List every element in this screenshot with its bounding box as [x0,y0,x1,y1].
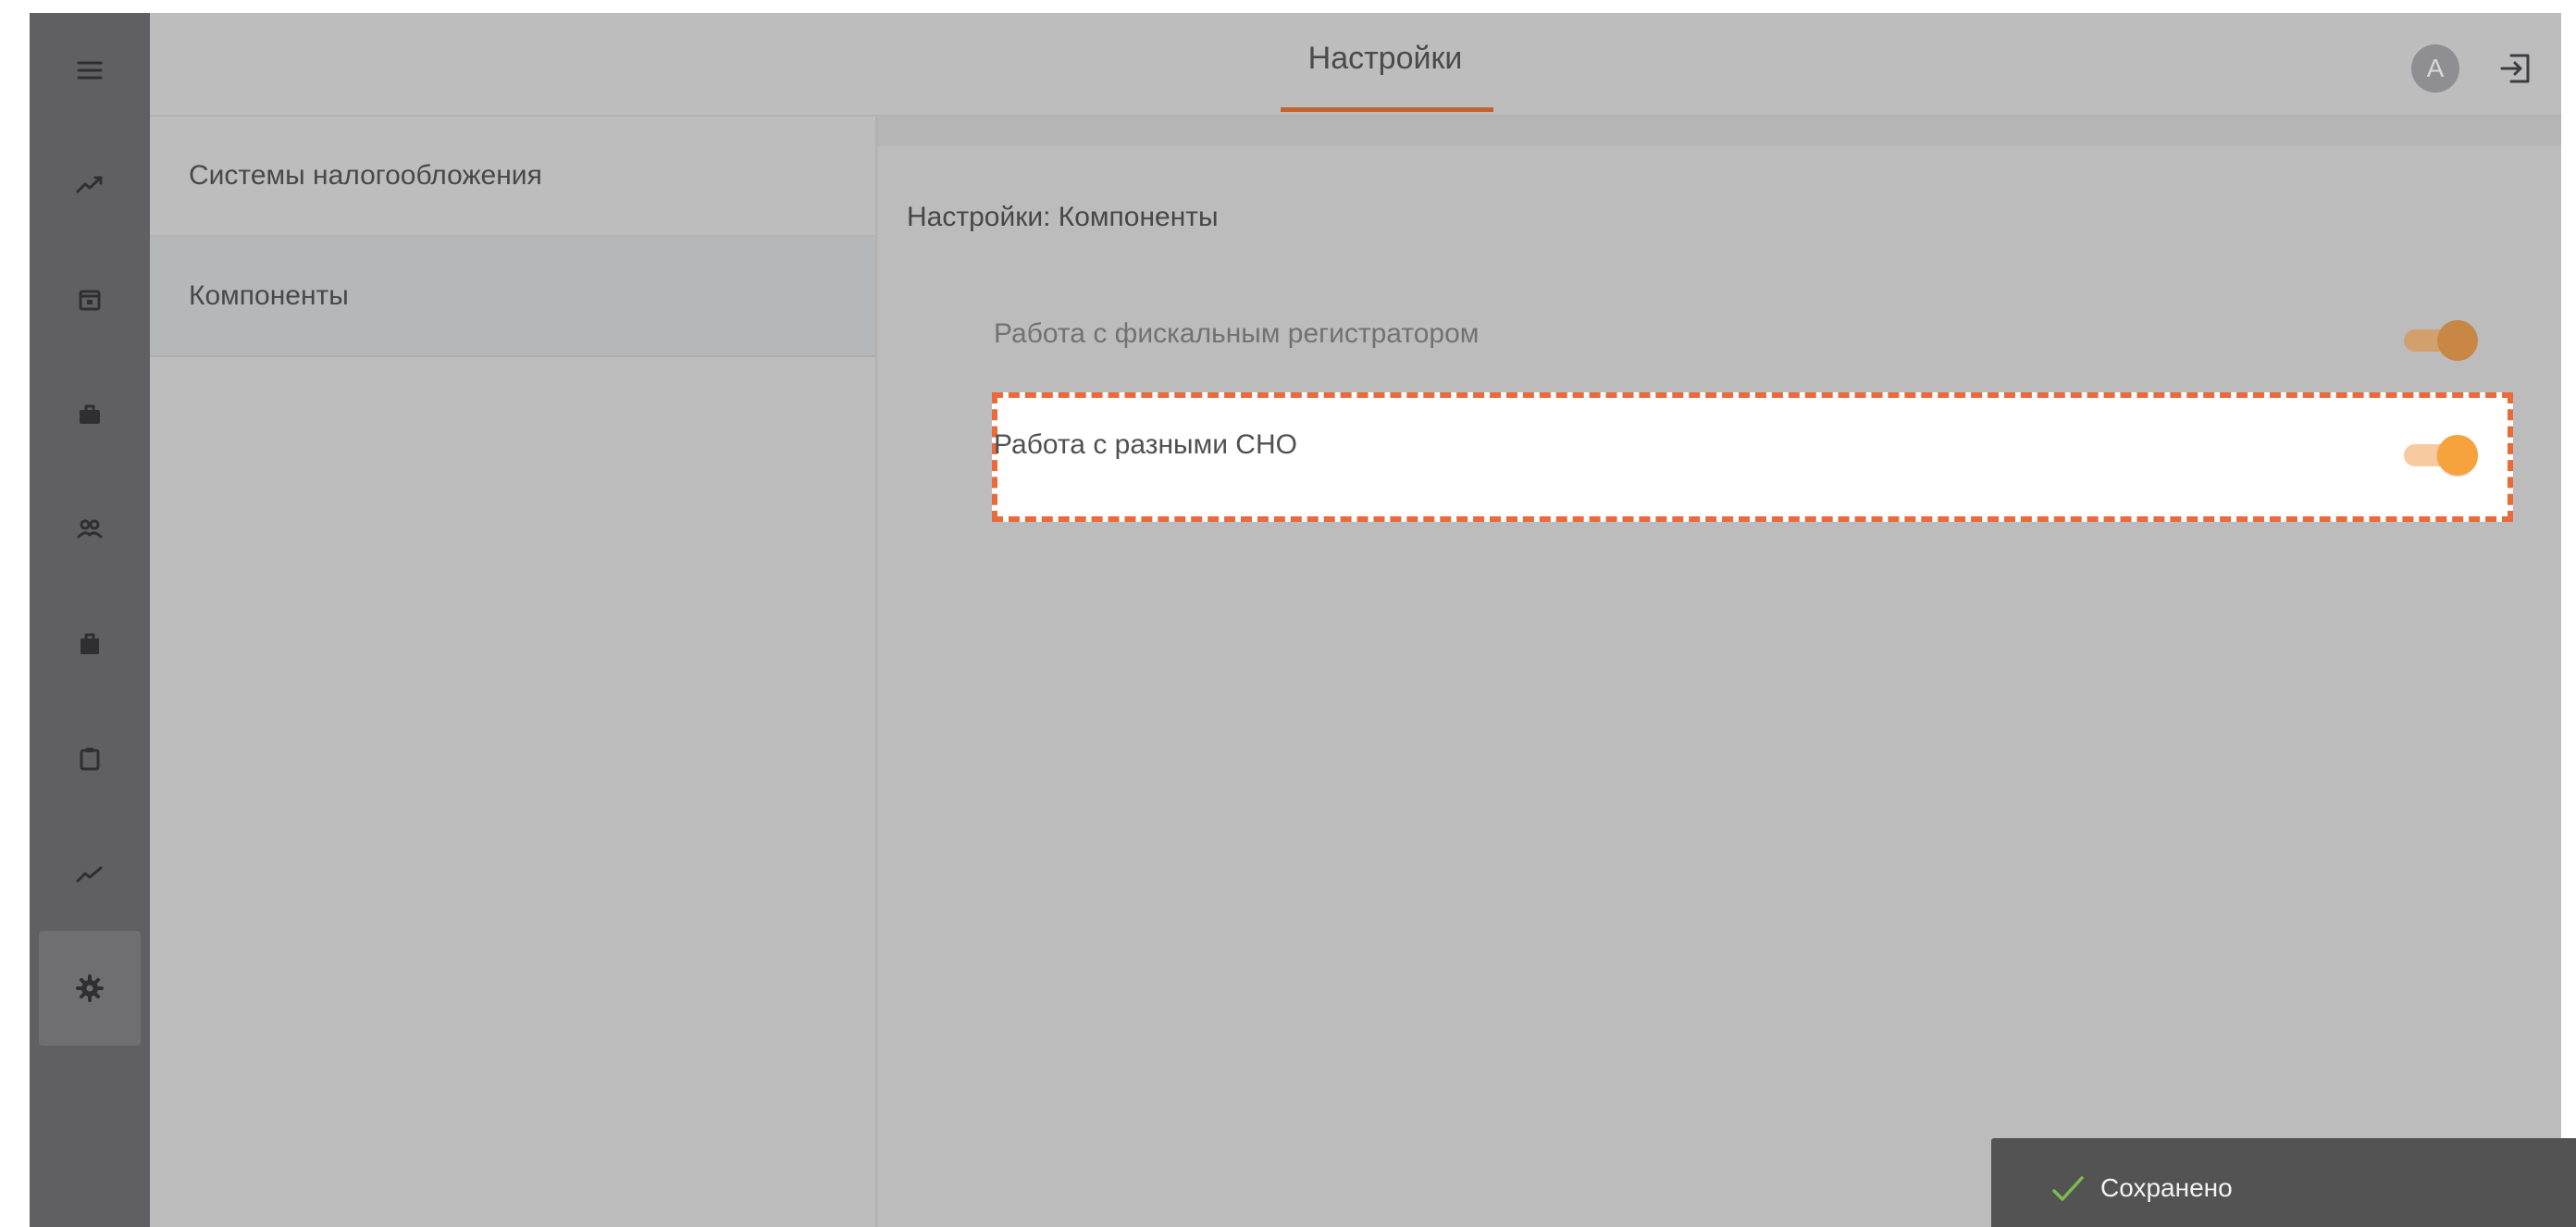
settings-menu-item-tax-systems[interactable]: Системы налогообложения [150,117,875,237]
avatar[interactable]: A [2411,44,2459,93]
rail-item-settings[interactable] [39,931,141,1046]
setting-row-fiscal-registrar: Работа с фискальным регистратором [994,281,2511,383]
rail-item-users[interactable] [30,472,150,587]
shop-bag-icon [80,633,99,654]
users-icon [77,519,103,539]
active-tab-indicator [1281,107,1493,112]
clipboard-icon [80,748,100,771]
setting-label: Работа с фискальным регистратором [994,318,1480,349]
rail-item-reports[interactable] [30,816,150,931]
gear-icon [76,974,104,1002]
calendar-icon [79,290,101,311]
content-divider [877,117,2561,146]
page-title-tab[interactable]: Настройки [1279,41,1492,87]
briefcase-icon [80,404,100,424]
section-title: Настройки: Компоненты [907,202,1219,232]
app-window: Настройки A Системы налогообложения Комп… [30,13,2576,1227]
logout-button[interactable] [2493,44,2541,93]
rail-item-shop[interactable] [30,587,150,701]
setting-row-different-tax-systems: Работа с разными СНО [994,394,2511,496]
toast-message: Сохранено [2100,1173,2233,1202]
rail-item-analytics[interactable] [30,128,150,242]
menu-icon [77,61,103,80]
toggle-different-tax-systems[interactable] [2404,433,2478,477]
chart-line-icon [76,866,103,883]
toggle-knob [2437,320,2478,361]
navigation-rail [30,13,150,1227]
rail-item-documents[interactable] [30,701,150,816]
settings-content: Настройки: Компоненты Работа с фискальны… [877,117,2561,1227]
rail-item-calendar[interactable] [30,242,150,357]
top-bar: Настройки A [150,13,2561,117]
toggle-fiscal-registrar[interactable] [2404,318,2478,363]
rail-menu-button[interactable] [30,13,150,128]
setting-label: Работа с разными СНО [994,429,1297,460]
check-icon [2052,1176,2084,1201]
settings-menu: Системы налогообложения Компоненты [150,117,877,1227]
trending-up-icon [76,176,103,193]
settings-menu-item-components[interactable]: Компоненты [150,237,875,357]
logout-icon [2500,54,2530,83]
saved-toast: Сохранено [1991,1138,2576,1227]
rail-item-briefcase[interactable] [30,357,150,472]
toggle-knob [2437,435,2478,476]
